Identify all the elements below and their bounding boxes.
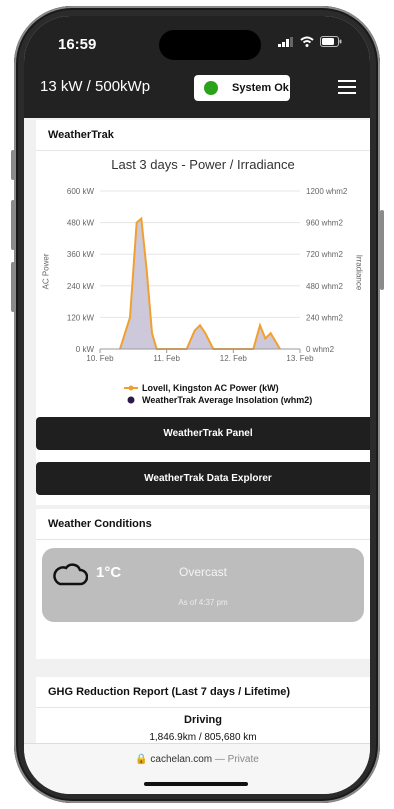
side-button <box>380 210 384 290</box>
y-tick-right: 240 whm2 <box>306 313 343 322</box>
ghg-category: Driving <box>184 714 222 726</box>
power-irradiance-chart: Last 3 days - Power / Irradiance 600 kW 1… <box>36 151 370 413</box>
weather-title: Weather Conditions <box>36 509 370 540</box>
y-tick-right: 1200 whm2 <box>306 187 348 196</box>
weather-card: Weather Conditions 1°C Overcast As of 4:… <box>36 509 370 659</box>
lock-icon: 🔒 <box>135 754 148 765</box>
home-indicator[interactable] <box>144 782 248 786</box>
app-title: 13 kW / 500kWp <box>40 78 151 95</box>
side-button <box>11 150 15 180</box>
y-tick-left: 0 kW <box>76 345 95 354</box>
status-time: 16:59 <box>58 36 97 53</box>
legend-power[interactable]: Lovell, Kingston AC Power (kW) <box>124 383 279 393</box>
legend-insolation[interactable]: WeatherTrak Average Insolation (whm2) <box>124 395 312 405</box>
weathertrak-title: WeatherTrak <box>36 120 370 151</box>
browser-url-bar[interactable]: 🔒 cachelan.com — Private <box>24 743 370 794</box>
chart-plot: 600 kW 1200 whm2 480 kW 960 whm2 360 kW 720 w… <box>67 187 348 363</box>
menu-icon[interactable] <box>338 80 356 94</box>
weathertrak-panel-button[interactable]: WeatherTrak Panel <box>36 417 370 450</box>
weathertrak-card: WeatherTrak Last 3 days - Power / Irradi… <box>36 120 370 505</box>
side-button <box>11 262 15 312</box>
main-content: WeatherTrak Last 3 days - Power / Irradi… <box>36 120 370 769</box>
y-tick-left: 240 kW <box>67 282 95 291</box>
x-tick-label: 12. Feb <box>220 354 248 363</box>
y-tick-left: 480 kW <box>67 219 95 228</box>
url-domain: cachelan.com <box>150 754 213 765</box>
x-tick-label: 13. Feb <box>286 354 314 363</box>
y-tick-left: 600 kW <box>67 187 95 196</box>
top-bar: 16:59 13 kW / 500kWp System Ok <box>24 16 370 118</box>
y-tick-right: 960 whm2 <box>306 219 343 228</box>
x-tick-label: 11. Feb <box>153 354 180 363</box>
y-tick-right: 720 whm2 <box>306 250 343 259</box>
legend-power-icon <box>124 385 138 391</box>
ghg-card: GHG Reduction Report (Last 7 days / Life… <box>36 677 370 751</box>
y-tick-left: 360 kW <box>67 250 95 259</box>
status-icons <box>278 36 342 47</box>
weather-condition: Overcast <box>178 565 227 579</box>
side-button <box>11 200 15 250</box>
legend-insolation-icon <box>127 396 135 404</box>
battery-icon <box>320 36 342 47</box>
y-tick-right: 0 whm2 <box>306 345 335 354</box>
y-axis-label-left: AC Power <box>41 253 51 290</box>
legend-insolation-label: WeatherTrak Average Insolation (whm2) <box>142 395 313 405</box>
y-tick-right: 480 whm2 <box>306 282 343 291</box>
system-status-badge[interactable]: System Ok <box>194 75 290 101</box>
y-tick-left: 120 kW <box>67 313 95 322</box>
legend-power-label: Lovell, Kingston AC Power (kW) <box>142 383 279 393</box>
dynamic-island <box>159 30 261 60</box>
status-dot-icon <box>204 81 218 95</box>
ghg-title: GHG Reduction Report (Last 7 days / Life… <box>36 677 370 708</box>
weathertrak-data-explorer-button[interactable]: WeatherTrak Data Explorer <box>36 462 370 495</box>
signal-icon <box>278 36 293 47</box>
ghg-value: 1,846.9km / 805,680 km <box>149 732 257 743</box>
y-axis-label-right: Irradiance <box>354 254 364 291</box>
wifi-icon <box>300 36 314 47</box>
screen: 16:59 13 kW / 500kWp System Ok WeatherTr… <box>24 16 370 794</box>
weather-as-of: As of 4:37 pm <box>178 598 228 607</box>
x-tick-label: 10. Feb <box>86 354 114 363</box>
weather-widget: 1°C Overcast As of 4:37 pm <box>42 548 364 622</box>
system-status-label: System Ok <box>232 82 289 94</box>
url-text[interactable]: 🔒 cachelan.com — Private <box>24 754 370 765</box>
url-private-label: — Private <box>214 754 259 765</box>
